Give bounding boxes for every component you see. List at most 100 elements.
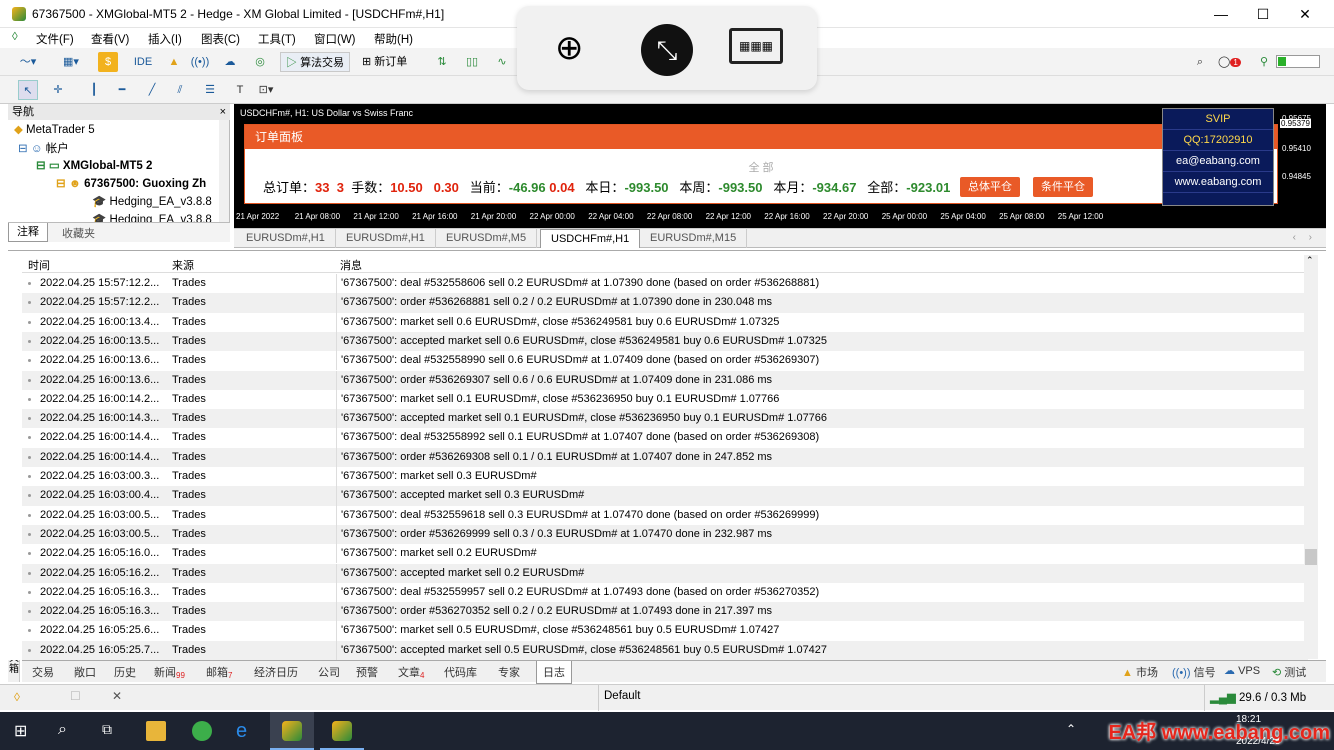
navigator-scrollbar[interactable]	[219, 120, 229, 224]
text-icon[interactable]: T	[230, 80, 250, 100]
table-row[interactable]: 2022.04.25 15:57:12.2... Trades '67367500'…	[22, 274, 1308, 294]
toolbox-tab-2[interactable]: 历史	[114, 664, 136, 680]
scroll-up-icon[interactable]: ⌃	[1306, 255, 1314, 266]
toolbox-tab-0[interactable]: 交易	[32, 664, 54, 680]
table-row[interactable]: 2022.04.25 16:00:14.2... Trades '67367500'…	[22, 389, 1308, 410]
chart-tab[interactable]: EURUSDm#,M15	[640, 229, 748, 248]
mt5-taskbar-item[interactable]	[270, 712, 314, 750]
windows-start-icon[interactable]: ⊞	[14, 721, 34, 741]
menu-help[interactable]: 帮助(H)	[374, 31, 413, 47]
toolbox-tab-1[interactable]: 敞口	[74, 664, 96, 680]
col-source[interactable]: 来源	[172, 257, 194, 273]
tree-item-ea[interactable]: 🎓 Hedging_EA_v3.8.8	[92, 212, 212, 222]
journal-scrollbar[interactable]: ⌃	[1304, 255, 1318, 659]
algo-trading-button[interactable]: ▷ 算法交易	[280, 52, 351, 72]
cursor-icon[interactable]: ↖	[18, 80, 38, 100]
horizontal-line-icon[interactable]: ━	[112, 80, 132, 100]
table-row[interactable]: 2022.04.25 16:00:13.6... Trades '67367500'…	[22, 370, 1308, 390]
toolbox-right-2[interactable]: ☁ VPS	[1224, 664, 1260, 677]
shapes-icon[interactable]: ⊡▾	[256, 80, 276, 100]
template-icon[interactable]: ▦▾	[56, 52, 86, 72]
table-row[interactable]: 2022.04.25 16:03:00.5... Trades '67367500'…	[22, 524, 1308, 545]
menu-file[interactable]: 文件(F)	[36, 31, 74, 47]
task-view-icon[interactable]: ⧉	[102, 721, 122, 741]
maximize-button[interactable]: ☐	[1242, 0, 1284, 28]
col-time[interactable]: 时间	[28, 257, 50, 273]
ide-button[interactable]: IDE	[130, 52, 156, 72]
dollar-icon[interactable]: $	[98, 52, 118, 72]
tray-expand-icon[interactable]: ⌃	[1066, 722, 1076, 736]
toolbox-right-1[interactable]: ((•)) 信号	[1172, 664, 1216, 680]
table-row[interactable]: 2022.04.25 16:00:14.4... Trades '67367500'…	[22, 447, 1308, 467]
trendline-icon[interactable]: ╱	[142, 80, 162, 100]
menu-tools[interactable]: 工具(T)	[258, 31, 296, 47]
signal-icon[interactable]: ((•))	[190, 52, 210, 72]
close-all-button[interactable]: 总体平仓	[960, 177, 1020, 197]
table-row[interactable]: 2022.04.25 15:57:12.2... Trades '67367500'…	[22, 293, 1308, 313]
toolbox-tab-8[interactable]: 文章4	[398, 664, 424, 680]
conditional-close-button[interactable]: 条件平仓	[1033, 177, 1093, 197]
toolbox-tab-6[interactable]: 公司	[318, 664, 340, 680]
channel-icon[interactable]: ⫽	[170, 80, 190, 100]
lock-icon[interactable]: ▲	[164, 52, 184, 72]
chart-tab[interactable]: EURUSDm#,H1	[236, 229, 336, 248]
tree-item-ea[interactable]: 🎓 Hedging_EA_v3.8.8	[92, 194, 212, 208]
chart-type-icon[interactable]: 〜▾	[16, 52, 40, 72]
scroll-thumb[interactable]	[1305, 549, 1317, 565]
fibonacci-icon[interactable]: ☰	[200, 80, 220, 100]
toolbox-tab-7[interactable]: 预警	[356, 664, 378, 680]
tab-favorites[interactable]: 收藏夹	[62, 225, 95, 241]
tree-item-account[interactable]: ⊟ ☻ 67367500: Guoxing Zh	[56, 176, 216, 190]
crosshair-icon[interactable]: ✛	[48, 80, 68, 100]
table-row[interactable]: 2022.04.25 16:00:13.6... Trades '67367500'…	[22, 351, 1308, 371]
menu-view[interactable]: 查看(V)	[91, 31, 129, 47]
toolbox-tab-11[interactable]: 日志	[536, 661, 572, 684]
line-chart-icon[interactable]: ∿	[492, 52, 512, 72]
toolbox-tab-5[interactable]: 经济日历	[254, 664, 298, 680]
navigator-close-button[interactable]: ×	[220, 104, 226, 120]
table-row[interactable]: 2022.04.25 16:00:13.4... Trades '67367500'…	[22, 312, 1308, 332]
table-row[interactable]: 2022.04.25 16:00:13.5... Trades '67367500'…	[22, 331, 1308, 352]
chart-tab[interactable]: EURUSDm#,H1	[336, 229, 436, 248]
col-message[interactable]: 消息	[340, 257, 362, 273]
tab-scroll-right-icon[interactable]: ›	[1309, 232, 1312, 243]
toolbox-right-3[interactable]: ⟲ 测试	[1272, 664, 1306, 680]
bars-icon[interactable]: ▯▯	[462, 52, 482, 72]
tab-scroll-left-icon[interactable]: ‹	[1293, 232, 1296, 243]
table-row[interactable]: 2022.04.25 16:05:16.3... Trades '67367500'…	[22, 582, 1308, 603]
toolbox-tab-3[interactable]: 新闻99	[154, 664, 185, 680]
search-icon[interactable]: ⌕	[1190, 52, 1210, 72]
table-row[interactable]: 2022.04.25 16:00:14.3... Trades '67367500'…	[22, 409, 1308, 429]
close-button[interactable]: ✕	[1284, 0, 1326, 28]
tree-item-server[interactable]: ⊟ ▭ XMGlobal-MT5 2	[36, 158, 152, 172]
connection-icon[interactable]: ⚲	[1254, 52, 1274, 72]
depth-icon[interactable]: ⇅	[432, 52, 452, 72]
chart-tab[interactable]: EURUSDm#,M5	[436, 229, 538, 248]
table-row[interactable]: 2022.04.25 16:05:16.0... Trades '67367500'…	[22, 544, 1308, 564]
toolbox-tab-9[interactable]: 代码库	[444, 664, 477, 680]
table-row[interactable]: 2022.04.25 16:05:25.6... Trades '67367500'…	[22, 621, 1308, 641]
file-explorer-icon[interactable]	[146, 721, 166, 741]
vertical-line-icon[interactable]: ┃	[84, 80, 104, 100]
table-row[interactable]: 2022.04.25 16:05:16.3... Trades '67367500'…	[22, 602, 1308, 622]
table-row[interactable]: 2022.04.25 16:05:25.7... Trades '67367500'…	[22, 640, 1308, 660]
table-row[interactable]: 2022.04.25 16:03:00.5... Trades '67367500'…	[22, 505, 1308, 525]
table-row[interactable]: 2022.04.25 16:03:00.4... Trades '67367500'…	[22, 486, 1308, 506]
toolbox-right-0[interactable]: ▲ 市场	[1122, 664, 1158, 680]
browser-icon[interactable]	[192, 721, 212, 741]
keyboard-icon[interactable]: ▦▦▦	[729, 28, 783, 64]
menu-charts[interactable]: 图表(C)	[201, 31, 240, 47]
new-order-button[interactable]: ⊞ 新订单	[362, 52, 407, 72]
status-close-icon[interactable]: ✕	[112, 689, 122, 703]
toolbox-tab-4[interactable]: 邮箱7	[206, 664, 232, 680]
table-row[interactable]: 2022.04.25 16:03:00.3... Trades '67367500'…	[22, 467, 1308, 487]
chart-window[interactable]: USDCHFm#, H1: US Dollar vs Swiss Franc 订…	[234, 104, 1326, 228]
mt5-taskbar-item-2[interactable]	[320, 712, 364, 750]
disconnect-icon[interactable]: ⤡	[641, 24, 693, 76]
ie-icon[interactable]: e	[236, 721, 256, 741]
zoom-in-icon[interactable]: ⊕	[555, 28, 584, 68]
menu-window[interactable]: 窗口(W)	[314, 31, 356, 47]
menu-insert[interactable]: 插入(I)	[148, 31, 182, 47]
chart-tab-active[interactable]: USDCHFm#,H1	[540, 229, 641, 248]
search-icon[interactable]: ⌕	[58, 721, 78, 741]
